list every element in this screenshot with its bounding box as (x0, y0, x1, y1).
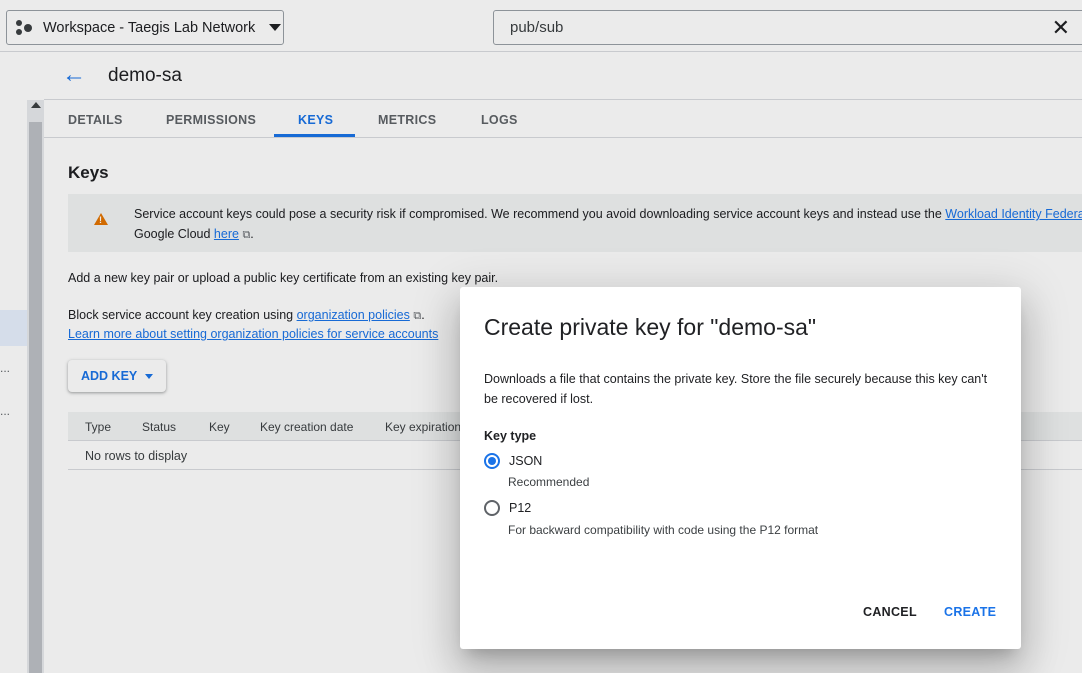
create-button[interactable]: CREATE (944, 605, 996, 619)
json-radio-label: JSON (509, 454, 543, 468)
json-hint: Recommended (508, 475, 590, 489)
dialog-title: Create private key for "demo-sa" (484, 314, 817, 340)
cancel-button[interactable]: CANCEL (863, 605, 917, 619)
p12-radio[interactable] (484, 500, 500, 516)
json-radio[interactable] (484, 453, 500, 469)
key-type-json-option[interactable]: JSON (484, 450, 542, 472)
key-type-p12-option[interactable]: P12 (484, 497, 531, 519)
key-type-label: Key type (484, 429, 537, 443)
p12-radio-label: P12 (509, 501, 532, 515)
create-private-key-dialog: Create private key for "demo-sa" Downloa… (460, 287, 1021, 649)
p12-hint: For backward compatibility with code usi… (508, 523, 819, 537)
dialog-description: Downloads a file that contains the priva… (484, 372, 988, 406)
